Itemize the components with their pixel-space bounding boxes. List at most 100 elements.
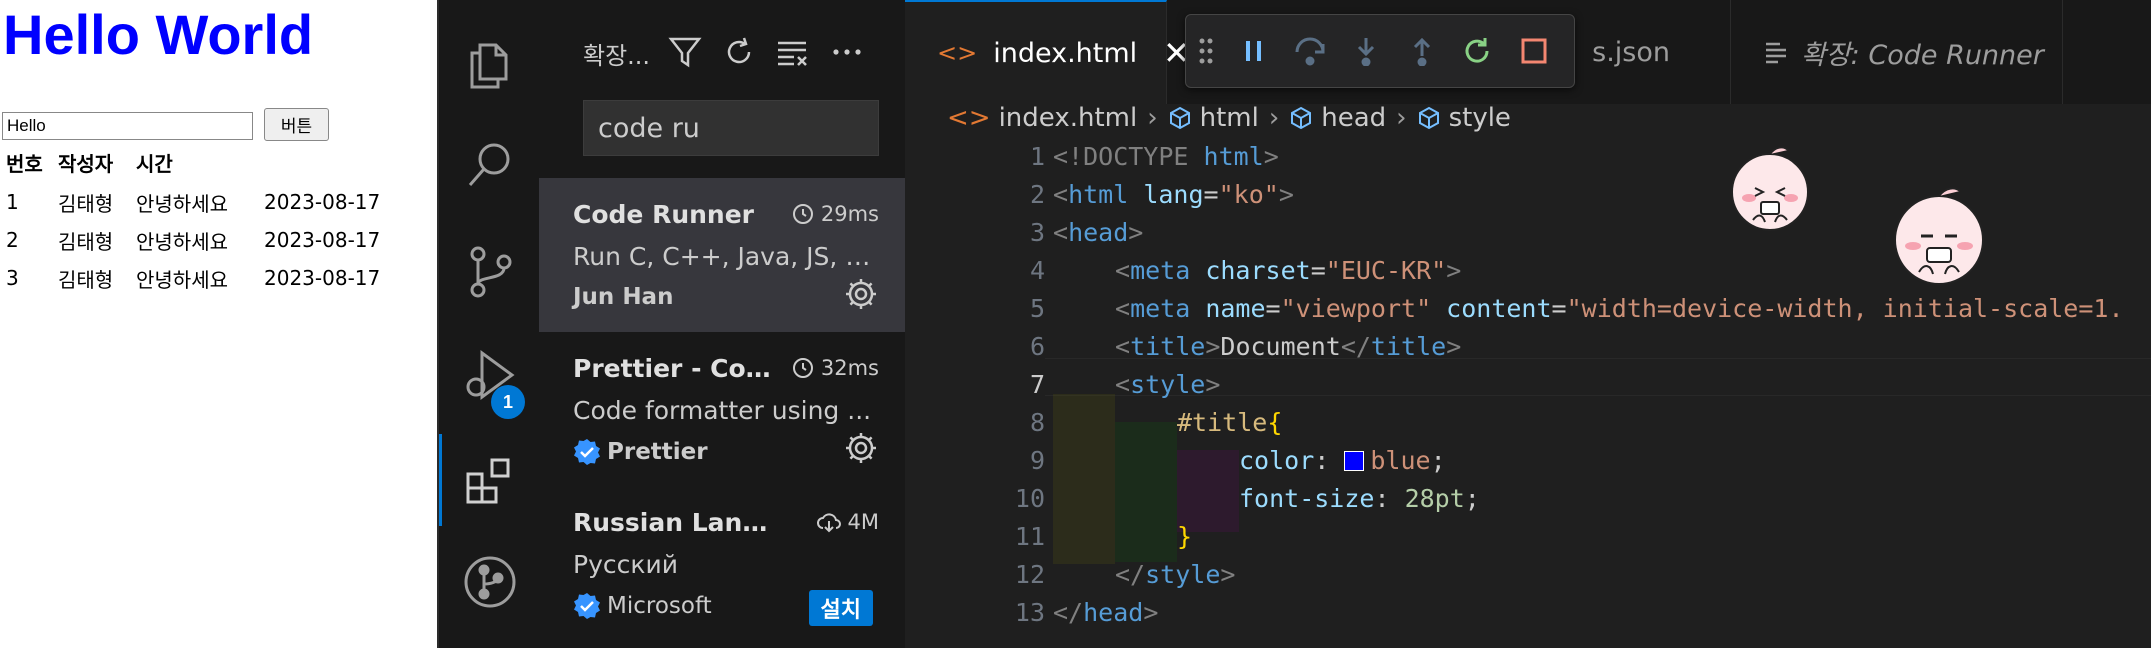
sidebar-header: 확장... [539,0,905,100]
extension-description: Run C, C++, Java, JS, P... [573,242,873,271]
more-actions-icon[interactable] [827,32,867,72]
explorer-icon[interactable] [439,15,541,115]
extension-item-russian-language[interactable]: Russian Langu... 4M Русский Microsoft 설치 [539,486,905,640]
extensions-sidebar: 확장... Code Runner 29ms Run C, C++, Java,… [539,0,905,648]
extension-name: Code Runner [573,200,755,229]
breadcrumb-style[interactable]: style [1449,103,1511,133]
indent-guide [1053,394,1115,564]
debug-toolbar [1185,14,1575,88]
breadcrumb-html[interactable]: html [1200,103,1259,133]
run-debug-icon[interactable]: 1 [439,325,541,425]
vscode-window: 1 확장... Code Runner [437,0,2151,648]
refresh-icon[interactable] [719,32,759,72]
text-input[interactable] [2,112,253,140]
debug-badge: 1 [491,385,525,419]
step-over-icon[interactable] [1282,23,1338,79]
extension-search-input[interactable] [583,100,879,156]
code-line: color: blue; [1239,446,1446,475]
code-line: } [1177,522,1193,551]
element-icon [1418,106,1439,130]
breadcrumb-file[interactable]: index.html [999,103,1138,133]
editor-tabs: <> index.html ✕ s.json 확장: Code Runner [905,0,2151,104]
cell: 안녕하세요 [136,229,228,254]
line-number: 4 [1029,256,1045,285]
manage-gear-icon[interactable] [843,430,879,466]
cell: 김태형 [58,229,114,254]
source-control-icon[interactable] [439,222,541,322]
step-into-icon[interactable] [1338,23,1394,79]
breadcrumb-head[interactable]: head [1321,103,1386,133]
data-table: 번호 작성자 시간 1 김태형 안녕하세요 2023-08-17 2 김태형 안… [2,146,384,297]
line-number: 6 [1029,332,1045,361]
tab-label: s.json [1592,36,1670,68]
indent-guide [1177,450,1239,532]
publisher-name: Microsoft [607,593,712,619]
extension-description: Русский [573,550,678,579]
verified-icon [574,439,600,465]
code-line: font-size: 28pt; [1239,484,1480,513]
line-number: 11 [1014,522,1045,551]
code-line: <title>Document</title> [1115,332,1462,361]
extensions-icon[interactable] [439,430,541,530]
stop-icon[interactable] [1506,23,1562,79]
history-icon [792,204,813,224]
chevron-right-icon: › [1396,103,1407,133]
header-time: 시간 [136,152,173,176]
header-number: 번호 [6,152,43,176]
extension-name: Russian Langu... [573,508,773,537]
cell: 3 [6,266,19,290]
code-line: <head> [1053,218,1144,247]
header-empty [260,146,384,183]
peach-sticker-icon [1894,187,1984,285]
step-out-icon[interactable] [1394,23,1450,79]
color-swatch[interactable] [1344,451,1365,471]
extension-description: Code formatter using ... [573,396,872,425]
cell: 2023-08-17 [264,190,381,214]
install-button[interactable]: 설치 [808,590,873,626]
tab-label: index.html [993,37,1138,69]
cell: 2 [6,228,19,252]
chevron-right-icon: › [1268,103,1280,133]
restart-icon[interactable] [1450,23,1506,79]
cell: 2023-08-17 [264,266,381,290]
line-number: 5 [1029,294,1045,323]
code-line: <!DOCTYPE html> [1053,142,1279,171]
table-row: 3 김태형 안녕하세요 2023-08-17 [2,259,384,297]
table-header-row: 번호 작성자 시간 [2,146,384,183]
cloud-download-icon [816,513,841,533]
code-line: <meta name="viewport" content="width=dev… [1115,294,2124,323]
publisher-name: Jun Han [573,284,674,310]
download-count: 4M [816,510,879,534]
tab-extension-code-runner[interactable]: 확장: Code Runner [1731,0,2063,104]
manage-gear-icon[interactable] [843,276,879,312]
cell: 안녕하세요 [136,191,228,216]
extension-name: Prettier - Cod... [573,354,773,383]
extension-publisher: Microsoft [573,592,712,620]
extension-publisher: Prettier [573,438,708,466]
table-row: 2 김태형 안녕하세요 2023-08-17 [2,221,384,259]
pause-icon[interactable] [1226,23,1282,79]
line-number: 2 [1029,180,1045,209]
search-icon[interactable] [439,115,541,215]
code-line: #title{ [1177,408,1283,437]
submit-button[interactable]: 버튼 [264,108,329,141]
filter-icon[interactable] [665,32,705,72]
drag-handle-icon[interactable] [1186,23,1226,79]
line-number: 12 [1014,560,1045,589]
line-number: 10 [1014,484,1045,513]
git-graph-icon[interactable] [439,532,541,632]
line-number: 9 [1029,446,1045,475]
extension-item-prettier[interactable]: Prettier - Cod... 32ms Code formatter us… [539,332,905,486]
page-heading: Hello World [3,3,314,66]
tab-index-html[interactable]: <> index.html ✕ [905,0,1190,104]
activation-time-value: 29ms [820,202,879,226]
element-icon [1291,106,1312,130]
cell: 김태형 [58,267,114,292]
publisher-name: Prettier [607,439,708,465]
line-number-current: 7 [1029,370,1045,399]
clear-results-icon[interactable] [773,32,813,72]
cell: 2023-08-17 [264,228,381,252]
browser-preview: Hello World 버튼 번호 작성자 시간 1 김태형 안녕하세요 202… [0,0,437,648]
line-number: 1 [1029,142,1045,171]
extension-item-code-runner[interactable]: Code Runner 29ms Run C, C++, Java, JS, P… [539,178,905,332]
